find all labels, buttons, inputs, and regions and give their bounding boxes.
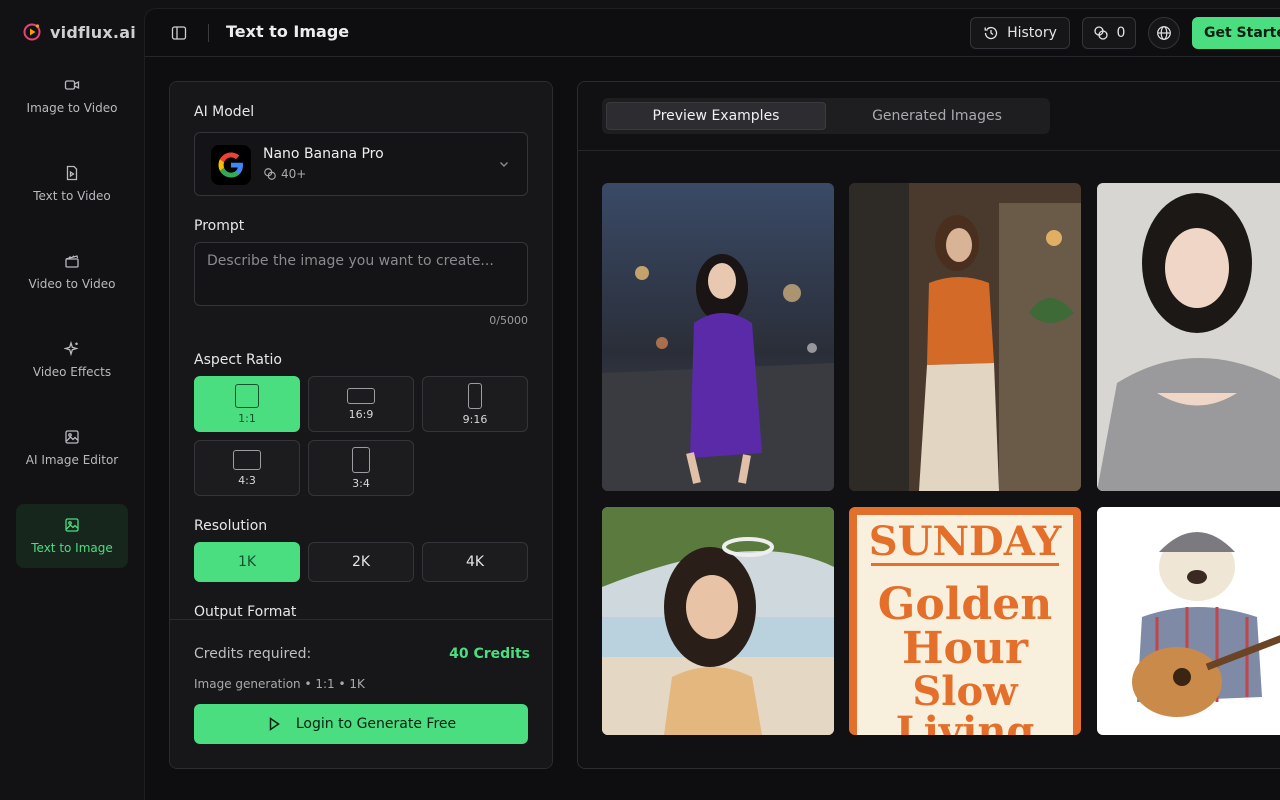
credits-button[interactable]: 0: [1082, 17, 1136, 49]
resolution-4k-button[interactable]: 4K: [422, 542, 528, 582]
page-title: Text to Image: [226, 22, 350, 41]
sidebar-panel-icon: [171, 26, 187, 40]
divider: [208, 24, 209, 42]
credits-count: 0: [1116, 25, 1126, 41]
model-label: AI Model: [194, 104, 255, 120]
resolution-label: Resolution: [194, 518, 268, 534]
aspect-ratio-label-9-16: 9:16: [462, 412, 488, 426]
prompt-label: Prompt: [194, 218, 245, 234]
generation-form-panel: AI Model Nano Banana Pro 40+ Prompt 0/50…: [169, 81, 553, 769]
sidebar-nav: Image to Video Text to Video Video to Vi…: [16, 64, 128, 592]
poster-line-3: Hour: [902, 623, 1029, 674]
sidebar-item-video-to-video[interactable]: Video to Video: [16, 240, 128, 304]
char-count: 0/5000: [489, 314, 528, 327]
sidebar-item-label: AI Image Editor: [25, 453, 119, 467]
example-image-city-night: [602, 183, 834, 491]
resolution-2k-button[interactable]: 2K: [308, 542, 414, 582]
coins-icon: [264, 168, 276, 180]
history-label: History: [1007, 25, 1057, 41]
model-select[interactable]: Nano Banana Pro 40+: [194, 132, 528, 196]
play-icon: [269, 717, 280, 731]
brand-name: vidflux.ai: [50, 22, 136, 42]
aspect-ratio-label-3-4: 3:4: [352, 476, 370, 490]
sidebar-item-video-effects[interactable]: Video Effects: [16, 328, 128, 392]
example-image-card[interactable]: [1097, 507, 1280, 735]
history-button[interactable]: History: [970, 17, 1070, 49]
brand[interactable]: vidflux.ai: [22, 20, 136, 44]
aspect-ratio-label-4-3: 4:3: [238, 473, 256, 487]
poster-line-1: SUNDAY: [869, 518, 1062, 565]
language-button[interactable]: [1148, 17, 1180, 49]
aspect-ratio-3-4-button[interactable]: 3:4: [308, 440, 414, 496]
sparkles-icon: [64, 341, 79, 357]
example-image-cafe: [849, 183, 1081, 491]
sidebar-item-label: Text to Video: [33, 189, 111, 203]
example-image-bear-guitar: [1097, 507, 1280, 735]
sidebar-item-label: Video to Video: [28, 277, 116, 291]
sidebar-item-label: Text to Image: [31, 541, 113, 555]
generation-info: Image generation • 1:1 • 1K: [194, 677, 365, 691]
google-logo-icon: [211, 145, 251, 185]
model-cost-value: 40+: [281, 167, 307, 181]
tab-preview-examples[interactable]: Preview Examples: [606, 102, 826, 130]
aspect-ratio-label-1-1: 1:1: [238, 411, 256, 425]
chevron-down-icon: [500, 162, 508, 167]
divider: [578, 150, 1280, 151]
square-shape-icon: [235, 383, 259, 408]
model-name: Nano Banana Pro: [263, 146, 384, 162]
portrait-shape-icon: [352, 446, 370, 473]
sidebar: vidflux.ai Image to Video Text to Video …: [0, 0, 144, 800]
landscape-shape-icon: [233, 449, 261, 470]
history-icon: [984, 26, 998, 40]
prompt-input[interactable]: [194, 242, 528, 306]
coins-icon: [1093, 26, 1108, 40]
example-image-card[interactable]: [602, 507, 834, 735]
credits-required-label: Credits required:: [194, 646, 312, 662]
gallery-tabs: Preview Examples Generated Images: [602, 98, 1050, 134]
aspect-ratio-label-16-9: 16:9: [348, 407, 374, 421]
landscape-shape-icon: [347, 387, 375, 404]
panel-footer: Credits required: 40 Credits Image gener…: [170, 619, 552, 768]
aspect-ratio-4-3-button[interactable]: 4:3: [194, 440, 300, 496]
sidebar-item-ai-image-editor[interactable]: AI Image Editor: [16, 416, 128, 480]
poster-line-5: Living: [896, 708, 1035, 735]
image-icon: [65, 518, 79, 532]
sidebar-item-text-to-image[interactable]: Text to Image: [16, 504, 128, 568]
get-started-button[interactable]: Get Started: [1192, 17, 1280, 49]
login-button-label: Login to Generate Free: [295, 716, 457, 732]
portrait-shape-icon: [468, 382, 482, 409]
sidebar-toggle-button[interactable]: [169, 23, 189, 43]
main-area: Text to Image History 0 Get Started AI M…: [144, 8, 1280, 800]
sidebar-item-label: Image to Video: [26, 101, 118, 115]
output-format-label: Output Format: [194, 604, 297, 620]
example-image-portrait: [1097, 183, 1280, 491]
clapperboard-icon: [65, 255, 79, 268]
video-camera-icon: [64, 80, 80, 90]
top-bar: Text to Image History 0 Get Started: [145, 9, 1280, 57]
tab-generated-images[interactable]: Generated Images: [828, 102, 1046, 130]
image-icon: [65, 430, 79, 444]
sidebar-item-label: Video Effects: [32, 365, 112, 379]
resolution-1k-button[interactable]: 1K: [194, 542, 300, 582]
example-image-card[interactable]: [849, 183, 1081, 491]
login-to-generate-button[interactable]: Login to Generate Free: [194, 704, 528, 744]
gallery-panel: Preview Examples Generated Images SUNDAY…: [577, 81, 1280, 769]
aspect-ratio-16-9-button[interactable]: 16:9: [308, 376, 414, 432]
sidebar-item-text-to-video[interactable]: Text to Video: [16, 152, 128, 216]
example-image-card[interactable]: SUNDAY Golden Hour Slow Living: [849, 507, 1081, 735]
credits-required-value: 40 Credits: [449, 646, 530, 662]
example-image-card[interactable]: [602, 183, 834, 491]
aspect-ratio-9-16-button[interactable]: 9:16: [422, 376, 528, 432]
sidebar-item-image-to-video[interactable]: Image to Video: [16, 64, 128, 128]
example-image-beach: [602, 507, 834, 735]
document-icon: [66, 165, 78, 181]
aspect-ratio-label: Aspect Ratio: [194, 352, 282, 368]
brand-logo-icon: [23, 23, 41, 41]
example-image-card[interactable]: [1097, 183, 1280, 491]
aspect-ratio-1-1-button[interactable]: 1:1: [194, 376, 300, 432]
example-image-poster: SUNDAY Golden Hour Slow Living: [849, 507, 1081, 735]
globe-icon: [1157, 26, 1171, 40]
model-cost: 40+: [263, 167, 306, 181]
